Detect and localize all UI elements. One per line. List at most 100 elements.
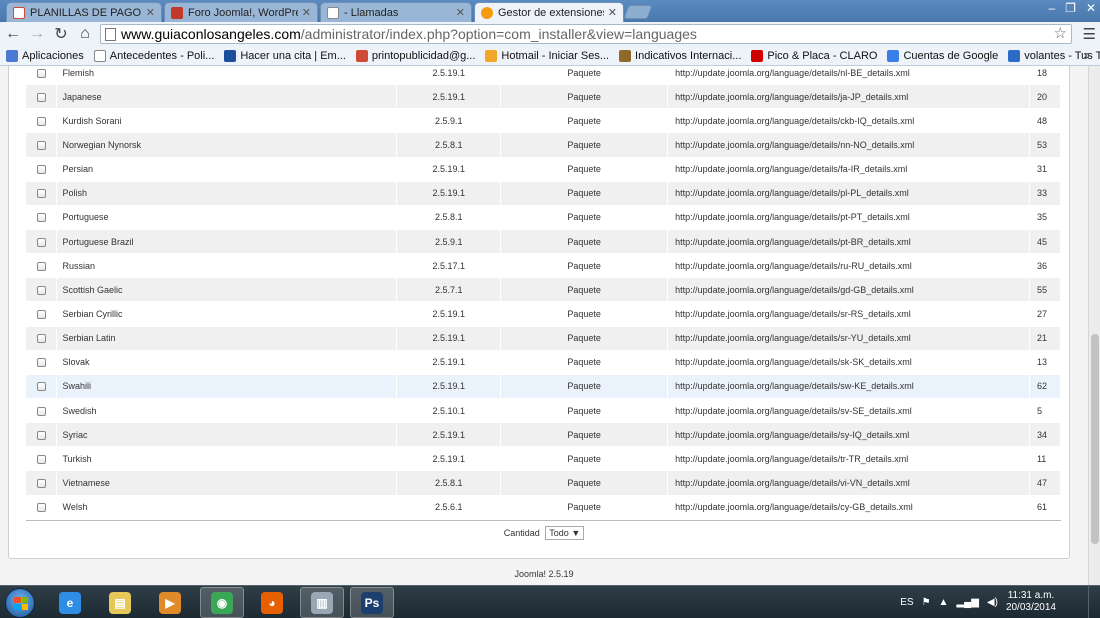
language-details-url-cell: http://update.joomla.org/language/detail… [667,373,1030,399]
language-name-cell: Swedish [56,397,398,423]
minimize-button[interactable]: ‒ [1048,0,1055,16]
close-icon[interactable]: ✕ [608,6,617,19]
language-id-cell: 48 [1029,108,1062,133]
show-desktop-button[interactable] [1088,586,1100,618]
checkbox[interactable] [36,406,46,416]
browser-tab-2[interactable]: Foro Joomla!, WordPress ✕ [164,2,318,22]
taskbar-app-button[interactable]: e [48,587,92,618]
language-type-cell: Paquete [500,253,669,278]
language-name: Polish [62,188,87,199]
network-icon[interactable]: ▂▄▆ [956,597,978,608]
language-indicator[interactable]: ES [900,597,913,608]
table-row: Vietnamese 2.5.8.1 Paquete http://update.jo… [26,470,1062,496]
language-version-cell: 2.5.17.1 [396,253,502,278]
page-info-icon[interactable] [105,27,116,41]
close-icon[interactable]: ✕ [146,6,155,19]
browser-tab-4[interactable]: Gestor de extensiones - In ✕ [474,2,624,22]
taskbar-app-button[interactable]: Ps [350,587,394,618]
bookmark-item[interactable]: Indicativos Internaci... [619,49,742,62]
address-bar[interactable]: www.guiaconlosangeles.com/administrator/… [100,24,1072,44]
checkbox[interactable] [36,165,46,175]
table-row: Portuguese Brazil 2.5.9.1 Paquete http://up… [26,228,1062,254]
language-id-cell: 53 [1029,132,1062,158]
bookmark-item[interactable]: Cuentas de Google [887,49,998,62]
scrollbar-thumb[interactable] [1091,334,1099,544]
bookmark-item[interactable]: Hacer una cita | Em... [224,49,346,62]
checkbox[interactable] [36,92,46,102]
list-limit-label: Cantidad [503,528,540,538]
language-type-cell: Paquete [500,422,669,447]
new-tab-button[interactable] [623,5,653,19]
home-icon[interactable]: ⌂ [74,23,96,45]
close-icon[interactable]: ✕ [302,6,311,19]
checkbox[interactable] [36,141,46,151]
bookmark-item[interactable]: Antecedentes - Poli... [93,49,214,62]
taskbar-app-button[interactable]: ◕ [250,587,294,618]
bookmark-star-icon[interactable]: ☆ [1054,25,1067,43]
bookmark-item[interactable]: Pico & Placa - CLARO [751,49,877,62]
row-checkbox-cell [26,422,58,447]
checkbox[interactable] [36,358,46,368]
volume-icon[interactable]: ◀) [987,597,998,608]
language-id: 62 [1036,381,1047,392]
close-window-button[interactable]: ✕ [1086,0,1096,16]
checkbox[interactable] [36,213,46,223]
show-hidden-icons[interactable]: ▲ [939,597,949,608]
language-id: 31 [1036,164,1047,175]
table-row: Flemish 2.5.19.1 Paquete http://update.joom… [26,66,1062,85]
language-name-cell: Portuguese [56,204,398,230]
bookmark-item[interactable]: Aplicaciones [6,49,84,62]
taskbar-app-button[interactable]: ▶ [148,587,192,618]
checkbox[interactable] [36,261,46,271]
bookmark-favicon-icon [619,49,632,62]
tab-label: PLANILLAS DE PAGO SEG [30,6,142,19]
row-checkbox-cell [26,228,58,254]
browser-tab-1[interactable]: PLANILLAS DE PAGO SEG ✕ [6,2,162,22]
language-id: 45 [1036,236,1047,247]
checkbox[interactable] [36,503,46,513]
action-center-icon[interactable]: ⚑ [922,597,931,608]
checkbox[interactable] [36,116,46,126]
page-scrollbar[interactable] [1088,66,1100,585]
taskbar-app-button[interactable]: ◉ [200,587,244,618]
language-version: 2.5.9.1 [434,236,463,247]
checkbox[interactable] [36,430,46,440]
checkbox[interactable] [36,237,46,247]
bookmark-label: Indicativos Internaci... [635,49,742,62]
maximize-button[interactable]: ❐ [1065,0,1076,16]
language-version-cell: 2.5.19.1 [396,446,502,471]
reload-icon[interactable]: ↻ [50,23,72,45]
language-details-url-cell: http://update.joomla.org/language/detail… [667,228,1030,254]
more-bookmarks-icon[interactable]: » [1083,48,1090,62]
table-row: Turkish 2.5.19.1 Paquete http://update.joom… [26,446,1062,471]
checkbox[interactable] [36,454,46,464]
list-limit-select[interactable]: Todo ▼ [545,526,585,540]
browser-tab-3[interactable]: - Llamadas ✕ [320,2,472,22]
language-id: 11 [1036,453,1047,464]
checkbox[interactable] [36,334,46,344]
taskbar-app-button[interactable]: ▥ [300,587,344,618]
checkbox[interactable] [36,285,46,295]
start-button[interactable] [5,588,35,618]
language-type: Paquete [567,405,601,416]
language-id: 5 [1036,405,1042,416]
language-version-cell: 2.5.19.1 [396,373,502,399]
language-details-url: http://update.joomla.org/language/detail… [675,212,910,223]
firefox-icon: ◕ [261,591,283,614]
close-icon[interactable]: ✕ [456,6,465,19]
clock[interactable]: 11:31 a.m. 20/03/2014 [1006,590,1056,614]
checkbox[interactable] [36,310,46,320]
forward-arrow-icon[interactable]: → [26,23,48,45]
checkbox[interactable] [36,382,46,392]
bookmark-item[interactable]: printopublicidad@g... [355,49,475,62]
browser-menu-icon[interactable]: ☰ [1083,25,1096,43]
language-id: 36 [1036,260,1047,271]
checkbox[interactable] [36,189,46,199]
checkbox[interactable] [36,68,46,78]
checkbox[interactable] [36,479,46,489]
bookmark-item[interactable]: Hotmail - Iniciar Ses... [485,49,609,62]
back-arrow-icon[interactable]: ← [2,23,24,45]
language-type-cell: Paquete [500,349,669,375]
language-version-cell: 2.5.19.1 [396,301,502,327]
taskbar-app-button[interactable]: ▤ [98,587,142,618]
